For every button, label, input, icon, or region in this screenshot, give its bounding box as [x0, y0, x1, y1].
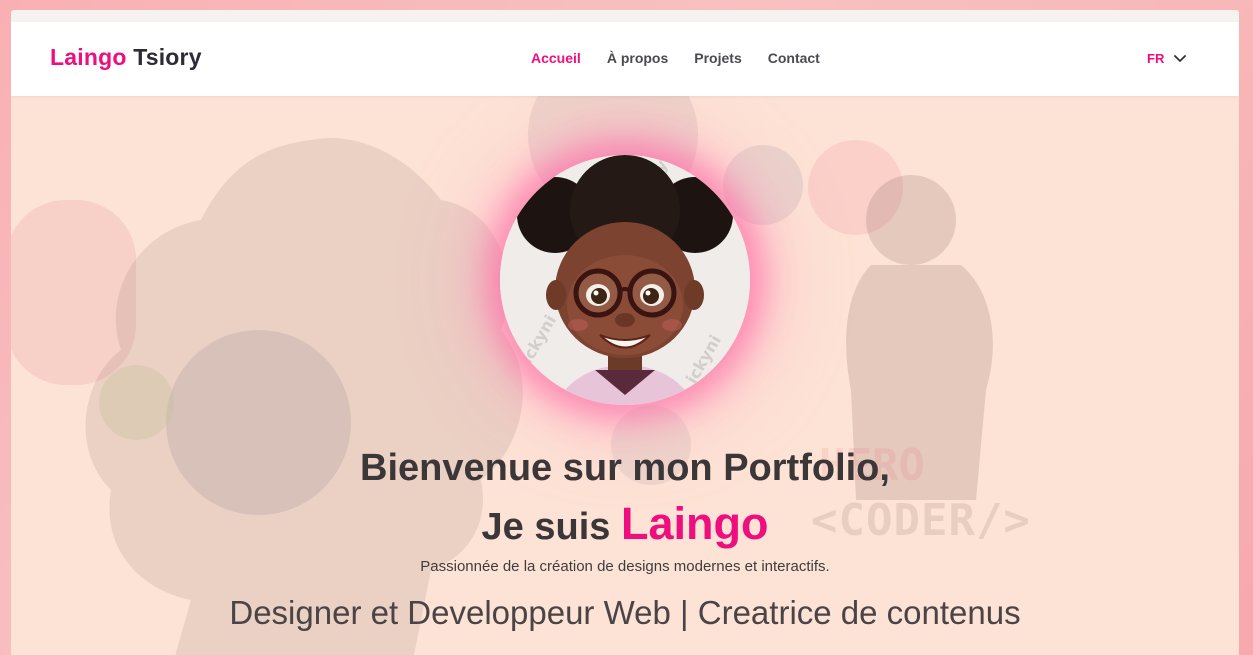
avatar-illustration: ickyni ickyni ickyni — [500, 155, 750, 405]
hero-greeting: Bienvenue sur mon Portfolio, — [360, 447, 890, 489]
language-selector[interactable]: FR — [1147, 51, 1187, 66]
chevron-down-icon — [1174, 54, 1187, 62]
profile-avatar: ickyni ickyni ickyni — [500, 155, 750, 405]
brand-logo[interactable]: Laingo Tsiory — [50, 44, 202, 71]
nav-menu: Accueil À propos Projets Contact — [531, 50, 820, 66]
hero-intro-prefix: Je suis — [481, 506, 611, 548]
hero-name: Laingo — [620, 498, 769, 549]
brand-last-name: Tsiory — [133, 44, 202, 70]
nav-link-projets[interactable]: Projets — [694, 50, 741, 66]
brand-first-name: Laingo — [50, 44, 127, 70]
browser-viewport: HERO <CODER/> Laingo Tsiory Accueil À pr… — [11, 10, 1239, 655]
language-code: FR — [1147, 51, 1165, 66]
nav-link-accueil[interactable]: Accueil — [531, 50, 581, 66]
hero-roles: Designer et Developpeur Web | Creatrice … — [229, 594, 1021, 631]
navbar: Laingo Tsiory Accueil À propos Projets C… — [11, 22, 1239, 96]
nav-link-contact[interactable]: Contact — [768, 50, 820, 66]
silhouette-profile-illustration — [85, 138, 523, 655]
hero-intro: Je suis Laingo — [11, 498, 1239, 550]
hero-tagline: Passionnée de la création de designs mod… — [420, 558, 830, 575]
nav-link-a-propos[interactable]: À propos — [607, 50, 668, 66]
top-strip — [11, 10, 1239, 22]
bg-circle — [723, 145, 803, 225]
